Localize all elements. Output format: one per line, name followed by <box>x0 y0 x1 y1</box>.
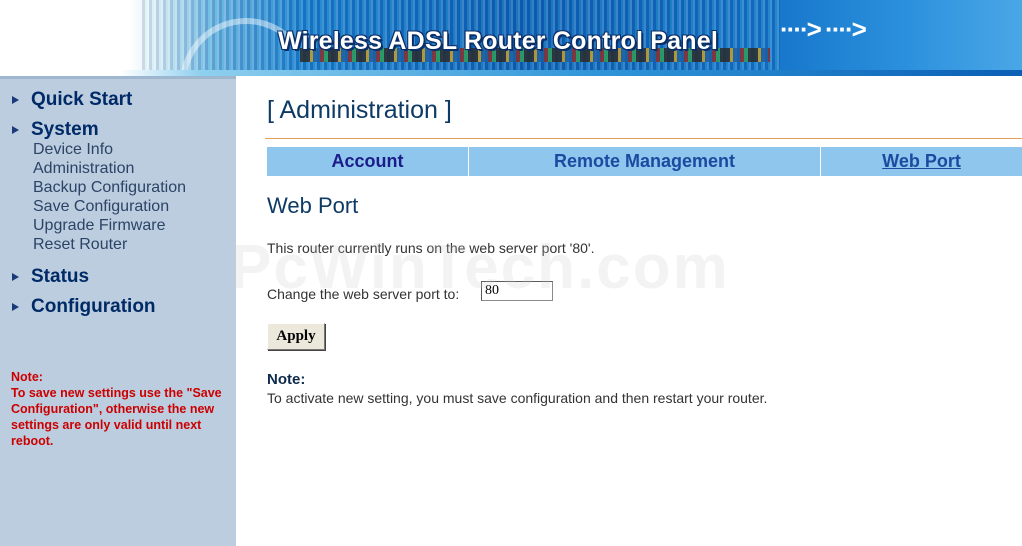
note-title: Note: <box>267 371 306 388</box>
header-banner: Wireless ADSL Router Control Panel ····>… <box>0 0 1022 76</box>
sidebar-item-quick-start[interactable]: Quick Start <box>10 89 133 111</box>
sidebar-item-label: Configuration <box>31 296 156 317</box>
tab-account[interactable]: Account <box>267 147 469 176</box>
sidebar-note: Note: To save new settings use the "Save… <box>11 369 226 449</box>
sidebar-subitem-administration[interactable]: Administration <box>33 160 134 178</box>
sidebar-subitem-upgrade-firmware[interactable]: Upgrade Firmware <box>33 217 165 235</box>
tab-remote-management[interactable]: Remote Management <box>469 147 821 176</box>
sidebar-subitem-device-info[interactable]: Device Info <box>33 141 113 159</box>
bullet-arrow-icon <box>10 94 21 107</box>
page-title: [ Administration ] <box>267 96 452 124</box>
sidebar-item-label: Status <box>31 266 90 287</box>
sidebar: Quick Start System Device Info Administr… <box>0 76 236 546</box>
sidebar-subitem-save-configuration[interactable]: Save Configuration <box>33 198 169 216</box>
tab-web-port[interactable]: Web Port <box>821 147 1022 176</box>
tab-bar: Account Remote Management Web Port <box>267 147 1022 176</box>
sidebar-note-title: Note: <box>11 370 43 384</box>
current-port-info: This router currently runs on the web se… <box>267 240 595 256</box>
note-text: To activate new setting, you must save c… <box>267 390 768 406</box>
arrow-right-icon: ····> ····> <box>780 14 867 44</box>
sidebar-item-label: System <box>31 119 99 140</box>
web-port-input[interactable] <box>481 281 553 301</box>
sidebar-item-configuration[interactable]: Configuration <box>10 296 156 318</box>
bullet-arrow-icon <box>10 124 21 137</box>
title-divider <box>265 138 1022 139</box>
apply-button[interactable]: Apply <box>267 323 325 350</box>
sidebar-note-text: To save new settings use the "Save Confi… <box>11 386 222 448</box>
banner-title: Wireless ADSL Router Control Panel <box>278 27 718 55</box>
sidebar-item-label: Quick Start <box>31 89 133 110</box>
sidebar-item-system[interactable]: System <box>10 119 99 141</box>
section-title: Web Port <box>267 193 359 218</box>
bullet-arrow-icon <box>10 301 21 314</box>
bullet-arrow-icon <box>10 271 21 284</box>
sidebar-item-status[interactable]: Status <box>10 266 90 288</box>
sidebar-subitem-reset-router[interactable]: Reset Router <box>33 236 127 254</box>
port-field-label: Change the web server port to: <box>267 286 460 302</box>
sidebar-subitem-backup-configuration[interactable]: Backup Configuration <box>33 179 186 197</box>
